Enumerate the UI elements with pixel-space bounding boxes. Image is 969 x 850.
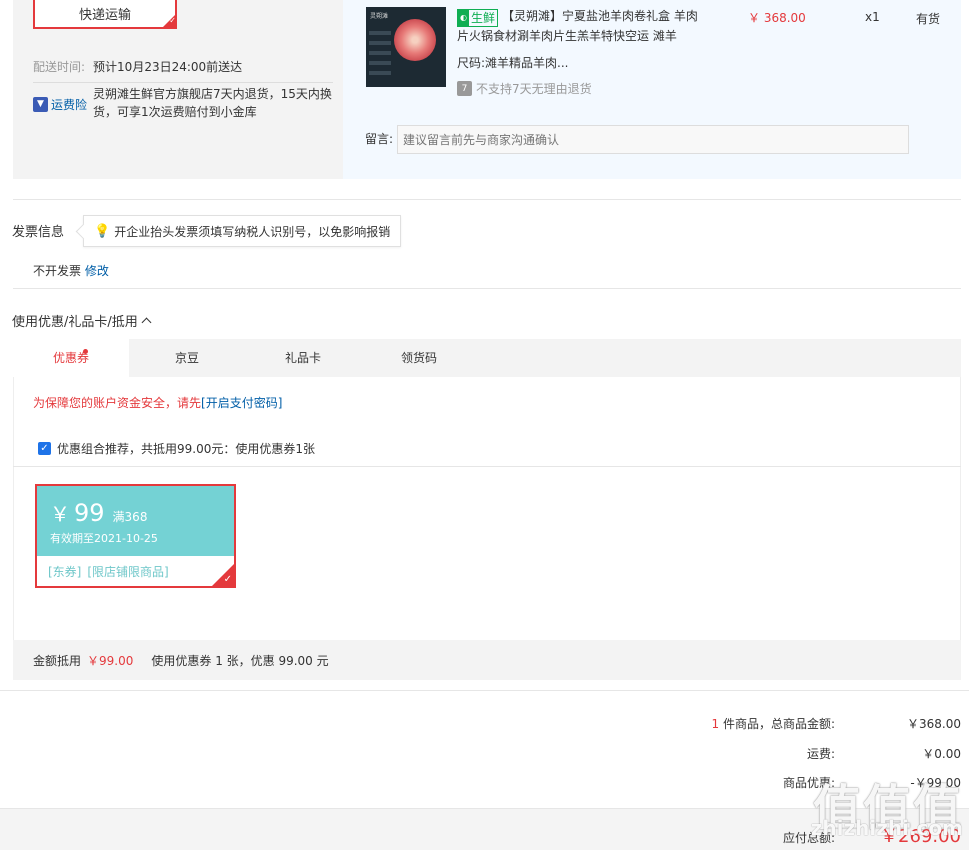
- delivery-time-label: 配送时间:: [33, 60, 86, 74]
- product-thumbnail[interactable]: 灵朔滩: [366, 7, 446, 87]
- freight-insurance: ▼ 运费险 灵朔滩生鲜官方旗舰店7天内退货，15天内换货，可享1次运费赔付到小金…: [33, 85, 333, 121]
- shipping-panel: 快递运输 配送时间: 预计10月23日24:00前送达 ▼ 运费险 灵朔滩生鲜官方…: [13, 0, 343, 179]
- divider: [13, 199, 961, 200]
- coupon-card-top: ￥ 99 满368 有效期至2021-10-25: [37, 486, 234, 556]
- invoice-status-text: 不开发票: [33, 264, 82, 278]
- deduction-desc: 使用优惠券 1 张，优惠 99.00 元: [151, 653, 329, 668]
- coupon-threshold: 满368: [112, 510, 148, 524]
- new-dot-icon: [83, 349, 88, 354]
- freight-value: ￥0.00: [922, 747, 961, 761]
- delivery-time: 配送时间: 预计10月23日24:00前送达: [33, 58, 242, 75]
- tab-coupons[interactable]: 优惠券: [13, 339, 129, 377]
- fish-icon: ◐: [458, 10, 469, 26]
- message-input[interactable]: [397, 125, 909, 154]
- watermark-url: zhizhizhi.com: [810, 816, 963, 840]
- deduction-summary: 金额抵用 ￥99.00 使用优惠券 1 张，优惠 99.00 元: [13, 640, 961, 680]
- divider: [13, 466, 961, 467]
- items-count: 1: [711, 717, 720, 731]
- items-total-label: 1 件商品，总商品金额:: [711, 717, 836, 731]
- invoice-title: 发票信息: [12, 225, 65, 240]
- selected-check-icon: [163, 15, 176, 27]
- freight-insurance-label: 运费险: [51, 97, 88, 112]
- invoice-tip: 💡 开企业抬头发票须填写纳税人识别号，以免影响报销: [83, 215, 402, 247]
- size-value: 滩羊精品羊肉...: [485, 56, 569, 70]
- invoice-tip-text: 开企业抬头发票须填写纳税人识别号，以免影响报销: [114, 224, 391, 239]
- meat-roll-image: [394, 19, 436, 61]
- deduction-value: ￥99.00: [87, 653, 134, 668]
- product-panel: 灵朔滩 ◐ 生鲜 【灵朔滩】宁夏盐池羊肉卷礼盒 羊肉片火锅食材涮羊肉片生羔羊特快空运…: [343, 0, 961, 179]
- divider: [13, 288, 961, 289]
- coupon-section-title: 使用优惠/礼品卡/抵用: [12, 315, 138, 330]
- combo-recommend[interactable]: ✓ 优惠组合推荐，共抵用99.00元：使用优惠券1张: [38, 440, 315, 457]
- product-title[interactable]: ◐ 生鲜 【灵朔滩】宁夏盐池羊肉卷礼盒 羊肉片火锅食材涮羊肉片生羔羊特快空运 滩羊: [457, 7, 707, 45]
- tab-gift-card[interactable]: 礼品卡: [245, 339, 361, 377]
- product-stock: 有货: [916, 12, 941, 26]
- coupon-tags: [东券] [限店铺限商品]: [37, 556, 234, 580]
- items-total-value: ￥368.00: [907, 717, 961, 731]
- seven-day-icon: 7: [457, 81, 472, 96]
- coupon-currency: ￥: [50, 502, 70, 526]
- product-size: 尺码:滩羊精品羊肉...: [457, 54, 569, 71]
- size-label: 尺码:: [457, 56, 486, 70]
- tab-jd-beans[interactable]: 京豆: [129, 339, 245, 377]
- product-price: ￥ 368.00: [748, 11, 806, 25]
- divider: [33, 82, 333, 83]
- coupon-amount: 99: [74, 499, 105, 527]
- express-shipping-option[interactable]: 快递运输: [33, 0, 177, 29]
- chevron-up-icon: [141, 317, 152, 328]
- coupon-tag: [限店铺限商品]: [87, 565, 169, 579]
- deduction-label: 金额抵用: [33, 653, 82, 668]
- invoice-edit-link[interactable]: 修改: [85, 264, 109, 278]
- tab-pickup-code[interactable]: 领货码: [361, 339, 477, 377]
- shield-icon: ▼: [33, 96, 48, 112]
- enable-pay-password-link[interactable]: [开启支付密码]: [201, 396, 282, 410]
- security-tip: 为保障您的账户资金安全，请先[开启支付密码]: [33, 394, 282, 411]
- fresh-tag: ◐ 生鲜: [457, 9, 498, 27]
- thumbnail-brand-text: 灵朔滩: [370, 13, 389, 20]
- check-icon: ✓: [223, 574, 232, 585]
- no-return-notice: 7 不支持7天无理由退货: [457, 80, 592, 97]
- product-quantity: x1: [865, 10, 880, 24]
- coupon-tag: [东券]: [48, 565, 82, 579]
- freight-label: 运费:: [806, 747, 835, 761]
- invoice-status: 不开发票 修改: [33, 262, 109, 279]
- security-tip-text: 为保障您的账户资金安全，请先: [33, 396, 202, 410]
- freight-insurance-link[interactable]: ▼ 运费险: [33, 85, 87, 121]
- coupon-section-toggle[interactable]: 使用优惠/礼品卡/抵用: [12, 311, 152, 330]
- message-label: 留言:: [365, 132, 394, 146]
- lightbulb-icon: 💡: [94, 223, 111, 239]
- combo-recommend-text: 优惠组合推荐，共抵用99.00元：使用优惠券1张: [57, 442, 315, 456]
- coupon-validity: 有效期至2021-10-25: [50, 532, 158, 545]
- checkbox-checked-icon[interactable]: ✓: [38, 442, 51, 455]
- express-shipping-label: 快递运输: [78, 8, 131, 23]
- no-return-text: 不支持7天无理由退货: [476, 82, 592, 96]
- divider: [0, 690, 969, 691]
- coupon-tabs: 优惠券 京豆 礼品卡 领货码: [13, 339, 961, 377]
- freight-insurance-desc: 灵朔滩生鲜官方旗舰店7天内退货，15天内换货，可享1次运费赔付到小金库: [93, 87, 332, 119]
- delivery-time-value: 预计10月23日24:00前送达: [93, 60, 243, 74]
- coupon-card[interactable]: ￥ 99 满368 有效期至2021-10-25 [东券] [限店铺限商品] ✓: [35, 484, 236, 588]
